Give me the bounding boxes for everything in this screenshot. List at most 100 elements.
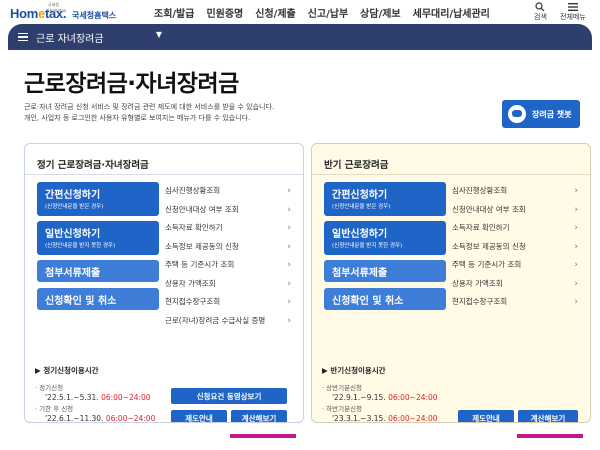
hours-title: ▶ 정기신청이용시간: [35, 366, 99, 375]
button-label: 간편신청하기: [45, 190, 101, 201]
chevron-right-icon: ›: [574, 204, 578, 215]
confirm-cancel-button[interactable]: 신청확인 및 취소: [37, 288, 159, 310]
menu-item-income-consent[interactable]: 소득정보 제공동의 신청 ›: [163, 238, 293, 257]
menu-item-income-data[interactable]: 소득자료 확인하기 ›: [163, 219, 293, 238]
main-content: 근로장려금·자녀장려금 근로·자녀 장려금 신청 서비스 및 장려금 관련 제도…: [8, 50, 592, 450]
panel-title: 반기 근로장려금: [324, 160, 389, 171]
menu-item-income-data[interactable]: 소득자료 확인하기 ›: [450, 219, 580, 238]
button-sublabel: (신청안내문을 받지 못한 경우): [332, 243, 403, 249]
divider: [312, 174, 590, 175]
button-sublabel: (신청안내문을 받은 경우): [332, 204, 391, 210]
chevron-right-icon: ›: [574, 297, 578, 307]
gnb-item-report[interactable]: 신고/납부: [302, 5, 354, 20]
page-description: 근로·자녀 장려금 신청 서비스 및 장려금 관련 제도에 대한 서비스를 받을…: [24, 102, 274, 124]
search-icon: [535, 2, 545, 12]
chatbot-label: 장려금 챗봇: [532, 109, 572, 119]
hours-title: ▶ 반기신청이용시간: [322, 366, 386, 375]
chevron-right-icon: ›: [287, 186, 291, 196]
menu-item-housing-price[interactable]: 주택 등 기준시가 조회 ›: [163, 256, 293, 275]
search-tool[interactable]: 검색: [534, 2, 547, 22]
chevron-right-icon: ›: [574, 186, 578, 196]
sub-navigation-bar: 근로 자녀장려금 ▼: [8, 24, 592, 50]
general-apply-button[interactable]: 일반신청하기 (신청안내문을 받지 못한 경우): [324, 221, 446, 255]
calc-highlight: [517, 434, 583, 438]
menu-item-eligibility[interactable]: 신청안내대상 여부 조회 ›: [450, 201, 580, 220]
period-second-half: · 하반기분신청 '23.3.1.~3.15. 06:00~24:00: [322, 405, 438, 423]
period-regular: · 정기신청 '22.5.1.~5.31. 06:00~24:00: [35, 384, 151, 402]
chatbot-icon: [508, 105, 526, 123]
top-tools: 검색 전체메뉴: [530, 0, 600, 24]
left-menu-list: 심사진행상황조회 › 신청안내대상 여부 조회 › 소득자료 확인하기 › 소득정보 …: [163, 182, 293, 330]
right-menu-list: 심사진행상황조회 › 신청안내대상 여부 조회 › 소득자료 확인하기 › 소득정보 …: [450, 182, 580, 312]
regular-incentive-panel: 정기 근로장려금·자녀장려금 간편신청하기 (신청안내문을 받은 경우) 일반신…: [24, 143, 304, 423]
menu-item-local-office[interactable]: 현지접수창구조회 ›: [163, 293, 293, 312]
gnb-item-consult[interactable]: 상담/제보: [354, 5, 406, 20]
easy-apply-button[interactable]: 간편신청하기 (신청안내문을 받은 경우): [324, 182, 446, 216]
description-line: 근로·자녀 장려금 신청 서비스 및 장려금 관련 제도에 대한 서비스를 받을…: [24, 103, 275, 111]
caret-down-icon: ▼: [155, 30, 162, 39]
button-label: 일반신청하기: [45, 229, 101, 240]
hamburger-icon: [18, 31, 28, 44]
chevron-right-icon: ›: [287, 260, 291, 270]
chevron-right-icon: ›: [574, 278, 578, 289]
chevron-right-icon: ›: [574, 260, 578, 270]
calculate-button[interactable]: 계산해보기: [231, 410, 287, 422]
confirm-cancel-button[interactable]: 신청확인 및 취소: [324, 288, 446, 310]
button-label: 신청확인 및 취소: [332, 295, 404, 307]
allmenu-tool[interactable]: 전체메뉴: [560, 2, 586, 22]
chevron-right-icon: ›: [287, 315, 291, 326]
chevron-right-icon: ›: [287, 278, 291, 289]
menu-icon: [567, 3, 578, 11]
half-year-incentive-panel: 반기 근로장려금 간편신청하기 (신청안내문을 받은 경우) 일반신청하기 (신…: [311, 143, 591, 423]
submit-docs-button[interactable]: 첨부서류제출: [324, 260, 446, 282]
chevron-right-icon: ›: [574, 241, 578, 252]
logo-subtitle: 국세청홈택스: [72, 11, 117, 20]
menu-item-review-status[interactable]: 심사진행상황조회 ›: [450, 182, 580, 201]
chevron-right-icon: ›: [287, 223, 291, 233]
search-label: 검색: [534, 13, 547, 21]
logo-text: Hometax.: [10, 6, 67, 21]
button-label: 간편신청하기: [332, 190, 388, 201]
subnav-current: 근로 자녀장려금: [36, 33, 104, 45]
gnb-item-apply[interactable]: 신청/제출: [249, 5, 301, 20]
divider: [25, 174, 303, 175]
menu-item-vehicle-value[interactable]: 상용자 가액조회 ›: [163, 275, 293, 294]
global-nav: 조회/발급 민원증명 신청/제출 신고/납부 상담/제보 세무대리/납세관리: [148, 5, 496, 20]
button-label: 첨부서류제출: [45, 267, 101, 279]
panel-title: 정기 근로장려금·자녀장려금: [37, 160, 149, 171]
description-line: 개인, 사업자 등 로그인한 사용자 유형별로 보여지는 메뉴가 다를 수 있습…: [24, 114, 251, 122]
button-label: 신청확인 및 취소: [45, 295, 117, 307]
menu-item-review-status[interactable]: 심사진행상황조회 ›: [163, 182, 293, 201]
easy-apply-button[interactable]: 간편신청하기 (신청안내문을 받은 경우): [37, 182, 159, 216]
menu-item-eligibility[interactable]: 신청안내대상 여부 조회 ›: [163, 201, 293, 220]
gnb-item-agent[interactable]: 세무대리/납세관리: [407, 5, 496, 20]
button-sublabel: (신청안내문을 받지 못한 경우): [45, 243, 116, 249]
chevron-right-icon: ›: [287, 241, 291, 252]
chevron-right-icon: ›: [287, 204, 291, 215]
chevron-right-icon: ›: [287, 297, 291, 307]
button-label: 첨부서류제출: [332, 267, 388, 279]
menu-item-receipt-proof[interactable]: 근로(자녀)장려금 수급사실 증명 ›: [163, 312, 293, 331]
gnb-item-inquiry[interactable]: 조회/발급: [148, 5, 200, 20]
button-sublabel: (신청안내문을 받은 경우): [45, 204, 104, 210]
submit-docs-button[interactable]: 첨부서류제출: [37, 260, 159, 282]
calculate-button[interactable]: 계산해보기: [518, 410, 578, 422]
page-title: 근로장려금·자녀장려금: [24, 71, 239, 97]
menu-item-housing-price[interactable]: 주택 등 기준시가 조회 ›: [450, 256, 580, 275]
chevron-right-icon: ›: [574, 223, 578, 233]
gnb-item-certificates[interactable]: 민원증명: [200, 5, 249, 20]
period-first-half: · 상반기분신청 '22.9.1.~9.15. 06:00~24:00: [322, 384, 438, 402]
menu-item-local-office[interactable]: 현지접수창구조회 ›: [450, 293, 580, 312]
guide-button[interactable]: 제도안내: [171, 410, 227, 422]
menu-item-vehicle-value[interactable]: 상용자 가액조회 ›: [450, 275, 580, 294]
subnav-dropdown[interactable]: 근로 자녀장려금 ▼: [18, 28, 168, 46]
general-apply-button[interactable]: 일반신청하기 (신청안내문을 받지 못한 경우): [37, 221, 159, 255]
button-label: 일반신청하기: [332, 229, 388, 240]
menu-item-income-consent[interactable]: 소득정보 제공동의 신청 ›: [450, 238, 580, 257]
chatbot-button[interactable]: 장려금 챗봇: [502, 100, 580, 128]
period-late: · 기한 후 신청 '22.6.1.~11.30. 06:00~24:00: [35, 405, 156, 423]
guide-button[interactable]: 제도안내: [458, 410, 514, 422]
top-header: 국세청 Hometax Hometax. 국세청홈택스 조회/발급 민원증명 신…: [0, 0, 600, 24]
video-button[interactable]: 신청요건 동영상보기: [171, 388, 287, 404]
calc-highlight: [230, 434, 296, 438]
